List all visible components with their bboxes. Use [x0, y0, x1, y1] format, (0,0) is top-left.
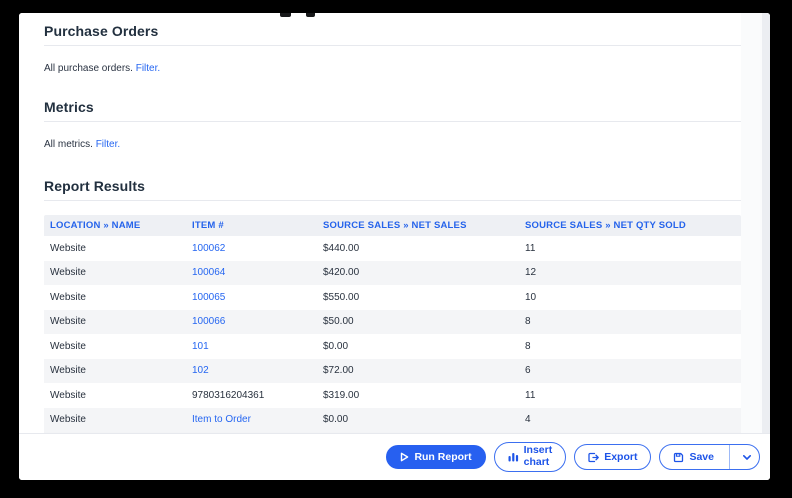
split-button-divider	[729, 445, 730, 469]
table-row: Website Item to Order $0.00 4	[44, 408, 741, 433]
qty-sold-cell: 12	[519, 267, 741, 278]
save-icon	[673, 452, 684, 463]
qty-sold-cell: 8	[519, 316, 741, 327]
save-options-dropdown[interactable]	[735, 445, 759, 469]
right-gutter	[741, 13, 762, 433]
insert-chart-label-line2: chart	[524, 456, 550, 468]
net-sales-cell: $440.00	[317, 243, 519, 254]
location-cell: Website	[44, 267, 186, 278]
qty-sold-cell: 11	[519, 390, 741, 401]
section-divider	[44, 45, 741, 46]
insert-chart-button[interactable]: Insert chart	[494, 442, 567, 472]
desktop-background: { "sections": { "purchase_orders": { "ti…	[0, 0, 792, 498]
net-sales-cell: $72.00	[317, 365, 519, 376]
table-row: Website 9780316204361 $319.00 11	[44, 383, 741, 408]
item-number-link[interactable]: 101	[192, 341, 209, 352]
run-report-label: Run Report	[414, 452, 471, 463]
net-sales-cell: $50.00	[317, 316, 519, 327]
section-divider	[44, 200, 741, 201]
qty-sold-cell: 6	[519, 365, 741, 376]
item-number-link[interactable]: 102	[192, 365, 209, 376]
location-cell: Website	[44, 243, 186, 254]
location-cell: Website	[44, 341, 186, 352]
vertical-scrollbar[interactable]	[762, 13, 770, 433]
action-bar: Run Report Insert chart Export Save	[19, 433, 770, 480]
item-number-link[interactable]: 100065	[192, 292, 225, 303]
table-row: Website 100065 $550.00 10	[44, 285, 741, 310]
purchase-orders-description: All purchase orders. Filter.	[44, 63, 741, 74]
metrics-filter-link[interactable]: Filter.	[96, 139, 120, 150]
insert-chart-label-line1: Insert	[524, 444, 553, 456]
net-sales-cell: $0.00	[317, 341, 519, 352]
table-row: Website 100062 $440.00 11	[44, 236, 741, 261]
export-label: Export	[604, 452, 637, 463]
location-cell: Website	[44, 414, 186, 425]
purchase-orders-heading: Purchase Orders	[44, 23, 741, 39]
export-icon	[588, 452, 599, 463]
export-button[interactable]: Export	[574, 444, 651, 470]
table-row: Website 100066 $50.00 8	[44, 310, 741, 335]
location-cell: Website	[44, 316, 186, 327]
column-header-net-qty-sold[interactable]: SOURCE SALES » NET QTY SOLD	[519, 220, 741, 231]
table-header-row: LOCATION » NAME ITEM # SOURCE SALES » NE…	[44, 215, 741, 236]
net-sales-cell: $319.00	[317, 390, 519, 401]
bar-chart-icon	[508, 452, 519, 462]
play-icon	[400, 452, 409, 462]
column-header-location-name[interactable]: LOCATION » NAME	[44, 220, 186, 231]
location-cell: Website	[44, 390, 186, 401]
run-report-button[interactable]: Run Report	[386, 445, 485, 469]
save-split-button[interactable]: Save	[659, 444, 760, 470]
report-content: Purchase Orders All purchase orders. Fil…	[44, 13, 741, 433]
qty-sold-cell: 10	[519, 292, 741, 303]
net-sales-cell: $0.00	[317, 414, 519, 425]
purchase-orders-text: All purchase orders.	[44, 63, 133, 74]
report-results-table: LOCATION » NAME ITEM # SOURCE SALES » NE…	[44, 215, 741, 433]
table-row: Website 100064 $420.00 12	[44, 261, 741, 286]
section-divider	[44, 121, 741, 122]
report-scroll-area[interactable]: Purchase Orders All purchase orders. Fil…	[19, 13, 770, 433]
clipped-heading-fragment	[280, 13, 291, 17]
metrics-heading: Metrics	[44, 99, 741, 115]
metrics-description: All metrics. Filter.	[44, 139, 741, 150]
report-builder-window: Purchase Orders All purchase orders. Fil…	[19, 13, 770, 480]
report-results-heading: Report Results	[44, 178, 741, 194]
clipped-heading-fragment	[306, 13, 315, 17]
qty-sold-cell: 8	[519, 341, 741, 352]
column-header-net-sales[interactable]: SOURCE SALES » NET SALES	[317, 220, 519, 231]
qty-sold-cell: 11	[519, 243, 741, 254]
column-header-item-number[interactable]: ITEM #	[186, 220, 317, 231]
item-number-link[interactable]: 100064	[192, 267, 225, 278]
net-sales-cell: $420.00	[317, 267, 519, 278]
save-label: Save	[689, 452, 714, 463]
chevron-down-icon	[743, 455, 751, 460]
metrics-text: All metrics.	[44, 139, 93, 150]
net-sales-cell: $550.00	[317, 292, 519, 303]
item-number-link[interactable]: 100062	[192, 243, 225, 254]
location-cell: Website	[44, 365, 186, 376]
table-row: Website 101 $0.00 8	[44, 334, 741, 359]
qty-sold-cell: 4	[519, 414, 741, 425]
table-row: Website 102 $72.00 6	[44, 359, 741, 384]
item-number-link[interactable]: Item to Order	[192, 414, 251, 425]
purchase-orders-filter-link[interactable]: Filter.	[136, 63, 160, 74]
item-number-link[interactable]: 100066	[192, 316, 225, 327]
item-number-text: 9780316204361	[192, 390, 264, 401]
location-cell: Website	[44, 292, 186, 303]
